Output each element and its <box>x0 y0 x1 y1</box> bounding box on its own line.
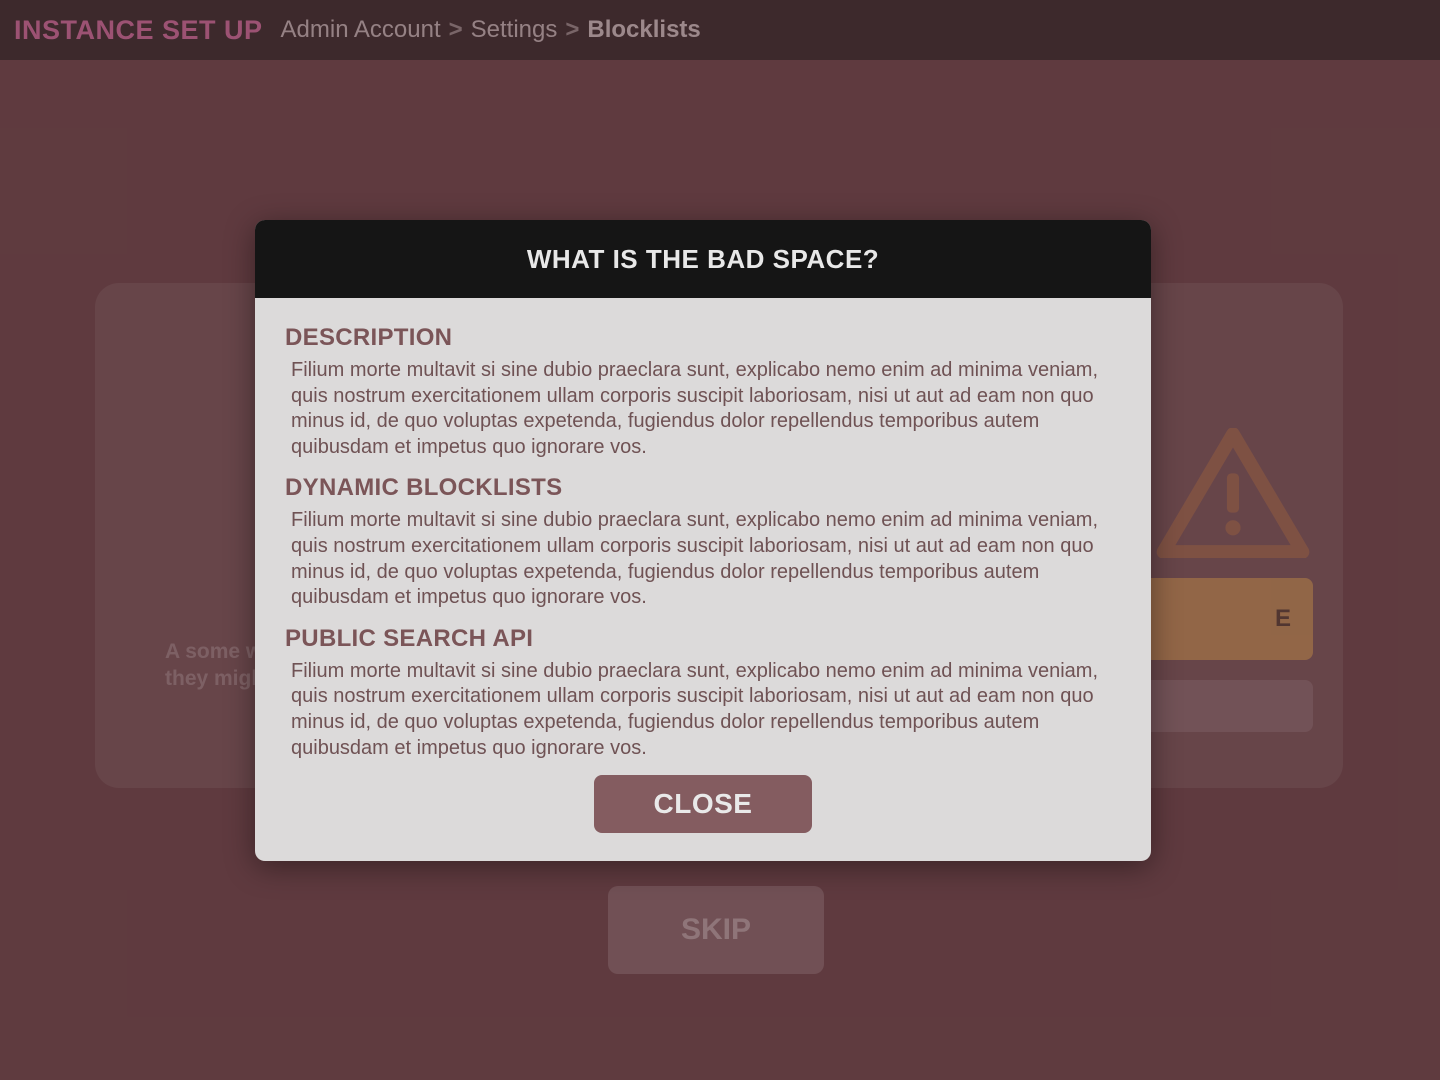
section-heading: DESCRIPTION <box>285 324 1121 352</box>
section-heading: PUBLIC SEARCH API <box>285 625 1121 653</box>
section-text: Filium morte multavit si sine dubio prae… <box>285 358 1121 460</box>
section-text: Filium morte multavit si sine dubio prae… <box>285 508 1121 610</box>
section-heading: DYNAMIC BLOCKLISTS <box>285 474 1121 502</box>
modal-title: WHAT IS THE BAD SPACE? <box>255 220 1151 298</box>
modal-body: DESCRIPTION Filium morte multavit si sin… <box>255 298 1151 861</box>
info-modal: WHAT IS THE BAD SPACE? DESCRIPTION Filiu… <box>255 220 1151 861</box>
section-text: Filium morte multavit si sine dubio prae… <box>285 659 1121 761</box>
close-button[interactable]: CLOSE <box>594 775 812 833</box>
